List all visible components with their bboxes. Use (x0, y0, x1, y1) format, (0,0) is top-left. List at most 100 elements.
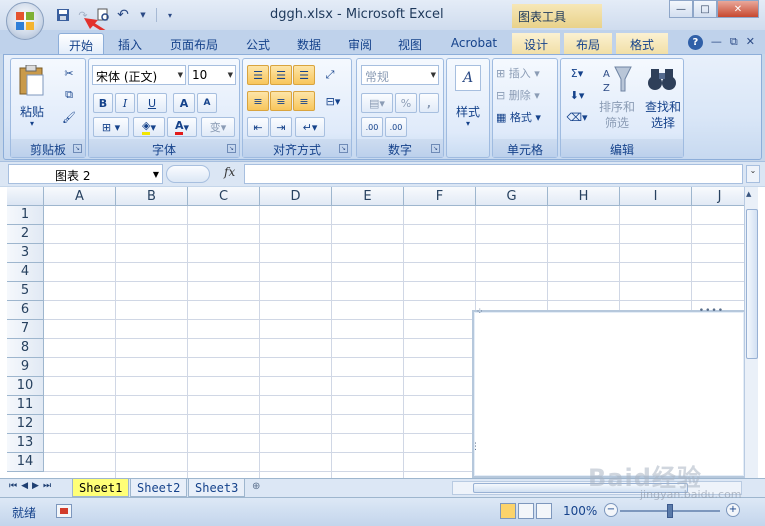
row-header[interactable]: 1 (7, 206, 44, 225)
column-header[interactable]: E (332, 187, 404, 206)
row-header[interactable]: 7 (7, 320, 44, 339)
formula-input[interactable] (244, 164, 743, 184)
select-all-button[interactable] (7, 187, 44, 206)
font-name-select[interactable]: 宋体 (正文) ▼ (92, 65, 186, 85)
row-header[interactable]: 12 (7, 415, 44, 434)
column-header[interactable]: F (404, 187, 476, 206)
find-select-button[interactable]: 查找和 选择 (641, 99, 685, 131)
cut-icon[interactable]: ✂ (59, 63, 79, 83)
align-right-button[interactable]: ≡ (293, 91, 315, 111)
chart-handle-top-right[interactable]: •••• (699, 306, 724, 316)
tab-layout[interactable]: 布局 (564, 33, 612, 54)
next-sheet-icon[interactable]: ▶ (32, 481, 39, 491)
tab-view[interactable]: 视图 (390, 33, 430, 54)
tab-review[interactable]: 审阅 (340, 33, 380, 54)
phonetic-guide-button[interactable]: 变 ▾ (201, 117, 235, 137)
undo-dropdown-icon[interactable]: ▼ (134, 6, 152, 24)
wrap-text-button[interactable]: ↵▾ (295, 117, 325, 137)
styles-button[interactable]: 样式 (447, 103, 489, 120)
increase-decimal-button[interactable]: .00 (361, 117, 383, 137)
font-launcher-icon[interactable]: ↘ (227, 144, 236, 153)
row-header[interactable]: 11 (7, 396, 44, 415)
expand-formula-bar-icon[interactable]: ⌄ (746, 165, 760, 183)
row-header[interactable]: 3 (7, 244, 44, 263)
font-color-button[interactable]: A ▾ (167, 117, 197, 137)
column-header[interactable]: B (116, 187, 188, 206)
row-header[interactable]: 5 (7, 282, 44, 301)
increase-indent-button[interactable]: ⇥ (270, 117, 292, 137)
help-icon[interactable]: ? (687, 35, 703, 50)
column-header[interactable]: A (44, 187, 116, 206)
maximize-button[interactable]: □ (693, 0, 717, 18)
zoom-slider-knob[interactable] (667, 504, 673, 518)
grow-font-button[interactable]: A (173, 93, 195, 113)
row-header[interactable]: 9 (7, 358, 44, 377)
column-header[interactable]: J (692, 187, 748, 206)
tab-design[interactable]: 设计 (512, 33, 560, 54)
decrease-decimal-button[interactable]: .00 (385, 117, 407, 137)
sort-filter-icon[interactable]: AZ (601, 65, 633, 95)
sheet-tab-sheet2[interactable]: Sheet2 (130, 479, 188, 497)
zoom-level[interactable]: 100% (563, 504, 597, 518)
insert-sheet-icon[interactable]: ⊕ (252, 481, 272, 495)
shrink-font-button[interactable]: A (197, 93, 217, 113)
align-bottom-button[interactable]: ☰ (293, 65, 315, 85)
row-header[interactable]: 14 (7, 453, 44, 472)
paste-dropdown-icon[interactable]: ▾ (17, 119, 47, 128)
save-icon[interactable] (54, 6, 72, 24)
percent-button[interactable]: % (395, 93, 417, 113)
sheet-tab-sheet3[interactable]: Sheet3 (188, 479, 246, 497)
decrease-indent-button[interactable]: ⇤ (247, 117, 269, 137)
tab-formulas[interactable]: 公式 (238, 33, 278, 54)
alignment-launcher-icon[interactable]: ↘ (339, 144, 348, 153)
orientation-button[interactable]: ⤢ (319, 65, 341, 85)
page-layout-view-icon[interactable] (518, 503, 534, 519)
chart-handle-left[interactable]: ⋮ (471, 442, 481, 452)
restore-window-icon[interactable]: ⧉ (730, 35, 738, 50)
tab-format[interactable]: 格式 (616, 33, 668, 54)
number-format-select[interactable]: 常规 ▼ (361, 65, 439, 85)
copy-icon[interactable]: ⧉ (59, 85, 79, 105)
name-box[interactable]: 图表 2 ▼ (8, 164, 163, 184)
close-workbook-icon[interactable]: ✕ (746, 35, 755, 50)
tab-acrobat[interactable]: Acrobat (444, 33, 504, 54)
underline-button[interactable]: U (137, 93, 167, 113)
normal-view-icon[interactable] (500, 503, 516, 519)
chart-object[interactable]: ⁘ •••• ⋮ (471, 306, 746, 478)
comma-button[interactable]: , (419, 93, 439, 113)
column-header[interactable]: G (476, 187, 548, 206)
delete-cells-button[interactable]: ⊟ 删除 ▾ (495, 85, 555, 105)
minimize-ribbon-icon[interactable]: — (711, 35, 722, 50)
tab-home[interactable]: 开始 (58, 33, 104, 54)
font-size-select[interactable]: 10 ▼ (188, 65, 236, 85)
insert-function-icon[interactable]: fx (224, 165, 235, 179)
paste-button[interactable]: 粘贴 (17, 103, 47, 120)
bold-button[interactable]: B (93, 93, 113, 113)
last-sheet-icon[interactable]: ⏭ (43, 481, 51, 491)
close-button[interactable]: ✕ (717, 0, 759, 18)
row-header[interactable]: 8 (7, 339, 44, 358)
first-sheet-icon[interactable]: ⏮ (9, 481, 17, 491)
row-header[interactable]: 2 (7, 225, 44, 244)
paste-icon[interactable] (17, 64, 47, 97)
macro-record-icon[interactable] (56, 504, 72, 518)
sort-filter-button[interactable]: 排序和 筛选 (597, 99, 637, 131)
zoom-out-icon[interactable]: − (604, 503, 618, 517)
row-header[interactable]: 10 (7, 377, 44, 396)
zoom-slider[interactable] (620, 504, 720, 518)
styles-icon[interactable]: A (455, 65, 481, 91)
merge-center-button[interactable]: ⊟▾ (319, 91, 347, 111)
column-header[interactable]: C (188, 187, 260, 206)
align-middle-button[interactable]: ☰ (270, 65, 292, 85)
align-center-button[interactable]: ≡ (270, 91, 292, 111)
row-header[interactable]: 13 (7, 434, 44, 453)
italic-button[interactable]: I (115, 93, 135, 113)
number-launcher-icon[interactable]: ↘ (431, 144, 440, 153)
format-painter-icon[interactable]: 🖌 (59, 107, 79, 127)
column-header[interactable]: H (548, 187, 620, 206)
scroll-up-icon[interactable]: ▲ (746, 190, 751, 198)
align-top-button[interactable]: ☰ (247, 65, 269, 85)
insert-cells-button[interactable]: ⊞ 插入 ▾ (495, 63, 555, 83)
borders-button[interactable]: ⊞ ▾ (93, 117, 129, 137)
row-header[interactable]: 4 (7, 263, 44, 282)
